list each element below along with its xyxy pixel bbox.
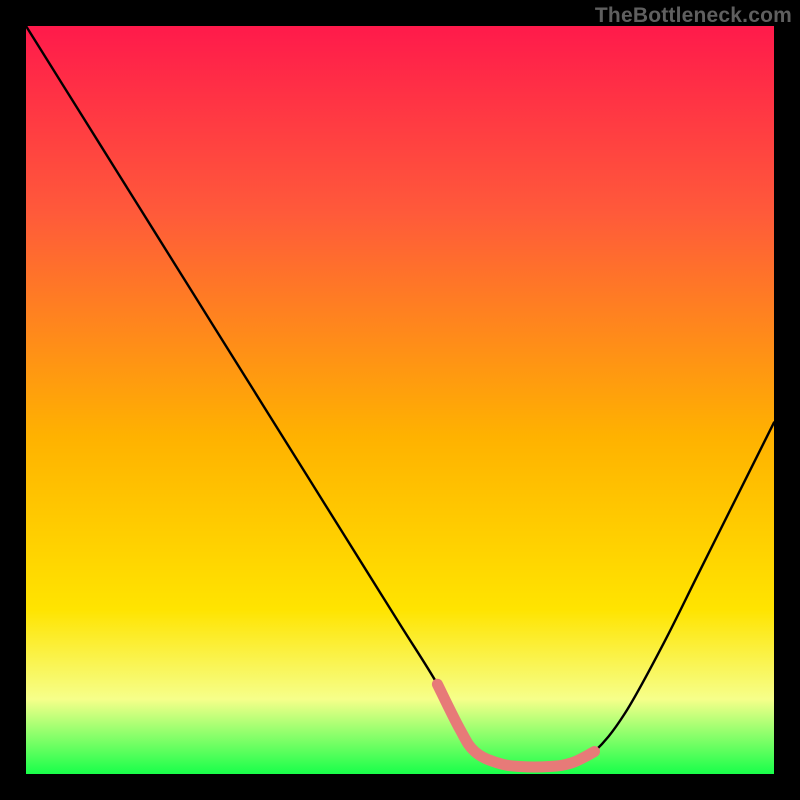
chart-stage: TheBottleneck.com [0, 0, 800, 800]
chart-svg [26, 26, 774, 774]
optimal-range-highlight [437, 684, 594, 767]
bottleneck-curve [26, 26, 774, 767]
watermark-text: TheBottleneck.com [595, 4, 792, 28]
plot-area [26, 26, 774, 774]
